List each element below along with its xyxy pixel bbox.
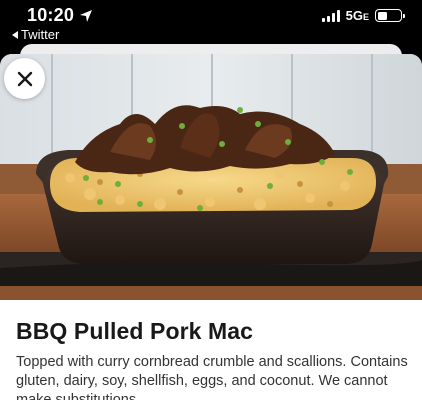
close-button[interactable] <box>4 58 45 99</box>
back-app-label: Twitter <box>21 27 60 42</box>
back-triangle-icon <box>12 30 18 39</box>
network-type: 5GE <box>345 8 369 23</box>
status-bar: 10:20 Twitter 5GE <box>0 0 422 46</box>
battery-level <box>377 11 388 20</box>
battery-icon <box>375 9 405 22</box>
item-description: Topped with curry cornbread crumble and … <box>16 354 408 400</box>
close-icon <box>17 71 32 86</box>
item-photo <box>0 54 422 300</box>
location-arrow-icon <box>80 9 93 22</box>
cellular-signal-icon <box>321 9 340 22</box>
status-time: 10:20 <box>27 5 75 25</box>
item-detail-modal: BBQ Pulled Pork Mac Topped with curry co… <box>0 54 422 400</box>
clock: 10:20 <box>27 5 93 26</box>
back-to-app-link[interactable]: Twitter <box>12 27 59 42</box>
status-indicators: 5GE <box>321 8 405 23</box>
item-title: BBQ Pulled Pork Mac <box>16 318 254 344</box>
